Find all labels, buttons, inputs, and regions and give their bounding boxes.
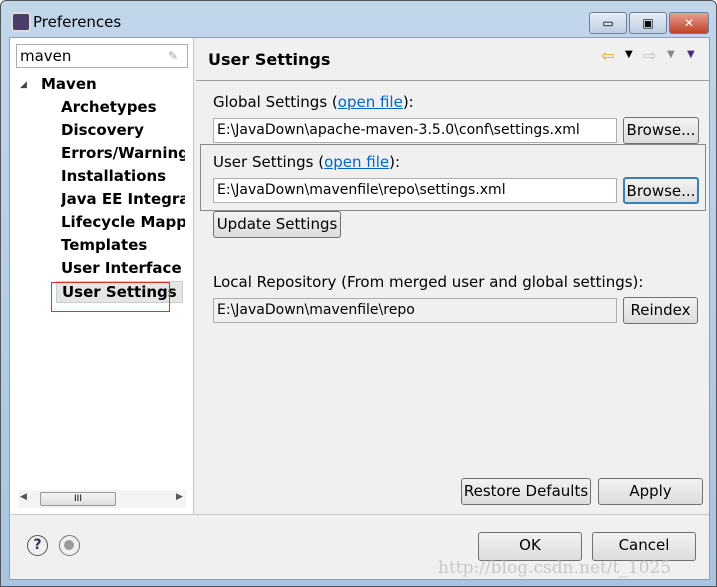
minimize-button[interactable]: ▭ bbox=[589, 12, 627, 34]
maximize-button[interactable]: ▣ bbox=[629, 12, 667, 34]
divider bbox=[196, 80, 709, 81]
scroll-thumb[interactable]: III bbox=[40, 492, 116, 506]
user-settings-label: User Settings (open file): bbox=[213, 153, 401, 171]
tree-item[interactable]: Archetypes bbox=[61, 98, 185, 116]
tree-item[interactable]: Java EE Integration bbox=[61, 190, 185, 208]
sidebar: maven ✎ ◢ Maven Archetypes Discovery Err… bbox=[10, 38, 194, 514]
close-button[interactable]: ✕ bbox=[669, 12, 709, 34]
eclipse-icon bbox=[11, 12, 31, 32]
tree-item[interactable]: Errors/Warnings bbox=[61, 144, 185, 162]
ok-button[interactable]: OK bbox=[478, 532, 582, 561]
tree-item[interactable]: Lifecycle Mapping bbox=[61, 213, 185, 231]
update-settings-button[interactable]: Update Settings bbox=[213, 211, 341, 238]
cancel-button[interactable]: Cancel bbox=[592, 532, 696, 561]
tree-item[interactable]: User Interface bbox=[61, 259, 185, 277]
global-settings-input[interactable]: E:\JavaDown\apache-maven-3.5.0\conf\sett… bbox=[213, 118, 617, 143]
restore-defaults-button[interactable]: Restore Defaults bbox=[461, 478, 591, 505]
window-title: Preferences bbox=[33, 13, 122, 31]
horizontal-scrollbar[interactable]: ◀ III ▶ bbox=[18, 490, 186, 508]
user-browse-button[interactable]: Browse... bbox=[623, 177, 699, 204]
preferences-window: Preferences ▭ ▣ ✕ maven ✎ ◢ Maven Archet… bbox=[0, 0, 717, 587]
page-title: User Settings bbox=[208, 50, 331, 69]
watermark: http://blog.csdn.net/t_1025 bbox=[438, 558, 672, 578]
tree-item[interactable]: Templates bbox=[61, 236, 185, 254]
forward-icon[interactable]: ⇨ bbox=[643, 46, 656, 65]
user-open-file-link[interactable]: open file bbox=[324, 153, 389, 171]
record-icon[interactable] bbox=[59, 535, 80, 556]
tree-item[interactable]: Installations bbox=[61, 167, 185, 185]
forward-dropdown-icon[interactable]: ▼ bbox=[667, 49, 675, 60]
back-icon[interactable]: ⇦ bbox=[601, 46, 614, 65]
highlight-box bbox=[51, 282, 170, 312]
collapse-icon[interactable]: ◢ bbox=[20, 80, 27, 90]
tree-item-maven[interactable]: Maven bbox=[41, 75, 97, 93]
client-area: maven ✎ ◢ Maven Archetypes Discovery Err… bbox=[9, 37, 710, 580]
filter-input[interactable]: maven bbox=[16, 44, 188, 68]
global-settings-label: Global Settings (open file): bbox=[213, 93, 414, 111]
clear-icon[interactable]: ✎ bbox=[168, 49, 178, 63]
reindex-button[interactable]: Reindex bbox=[623, 297, 698, 324]
apply-button[interactable]: Apply bbox=[598, 478, 703, 505]
local-repository-input: E:\JavaDown\mavenfile\repo bbox=[213, 298, 617, 323]
global-open-file-link[interactable]: open file bbox=[338, 93, 403, 111]
scroll-left-icon[interactable]: ◀ bbox=[20, 492, 27, 502]
tree-item[interactable]: Discovery bbox=[61, 121, 185, 139]
help-icon[interactable]: ? bbox=[27, 535, 48, 556]
global-browse-button[interactable]: Browse... bbox=[623, 117, 699, 144]
back-dropdown-icon[interactable]: ▼ bbox=[625, 49, 633, 60]
menu-icon[interactable]: ▼ bbox=[687, 49, 695, 60]
user-settings-input[interactable]: E:\JavaDown\mavenfile\repo\settings.xml bbox=[213, 178, 617, 203]
local-repository-label: Local Repository (From merged user and g… bbox=[213, 273, 644, 291]
scroll-right-icon[interactable]: ▶ bbox=[176, 492, 183, 502]
footer-divider bbox=[10, 514, 709, 515]
